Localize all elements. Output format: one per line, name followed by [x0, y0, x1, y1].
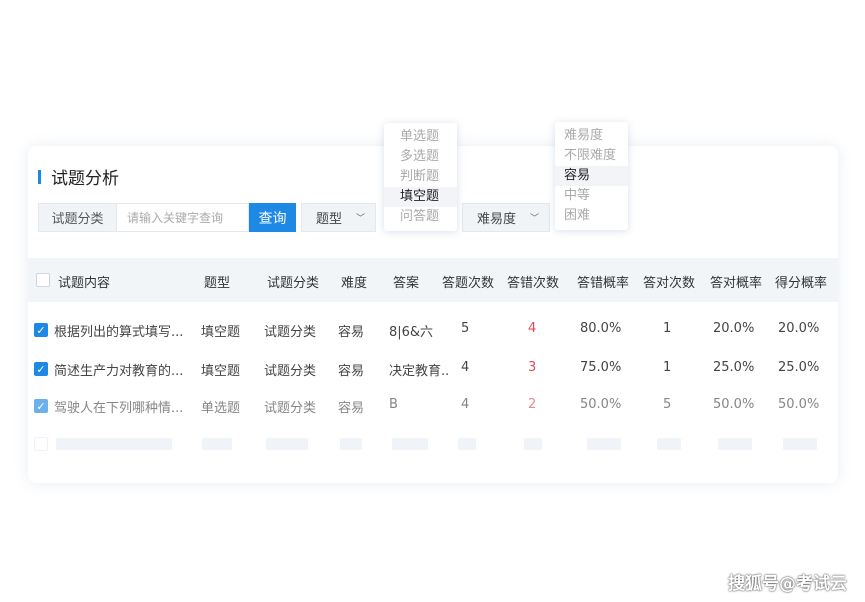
type-dropdown: 单选题 多选题 判断题 填空题 问答题	[384, 123, 457, 231]
row-category: 试题分类	[264, 364, 317, 379]
type-option[interactable]: 单选题	[384, 127, 457, 147]
difficulty-option[interactable]: 中等	[555, 186, 628, 206]
chevron-down-icon: ﹀	[356, 214, 366, 224]
skeleton-bar	[657, 438, 681, 450]
row-checkbox[interactable]: ✓	[34, 399, 48, 413]
row-type: 填空题	[201, 325, 241, 340]
type-option[interactable]: 判断题	[384, 167, 457, 187]
row-right: 1	[663, 360, 672, 375]
row-content: 根据列出的算式填写...	[54, 325, 184, 340]
chevron-down-icon: ﹀	[530, 214, 540, 224]
difficulty-select[interactable]: 难易度 ﹀	[462, 203, 551, 232]
type-select-label: 题型	[316, 212, 343, 227]
difficulty-option[interactable]: 难易度	[555, 126, 628, 146]
title-accent-bar	[38, 169, 41, 184]
section-title: 试题分析	[51, 169, 119, 189]
search-row: 试题分类 查询	[38, 203, 296, 232]
difficulty-option[interactable]: 困难	[555, 206, 628, 226]
skeleton-bar	[587, 438, 621, 450]
table-row[interactable]: ✓ 根据列出的算式填写... 填空题 试题分类 容易 8|6&六 5 4 80.…	[28, 312, 838, 348]
table-row[interactable]: ✓ 驾驶人在下列哪种情... 单选题 试题分类 容易 B 4 2 50.0% 5…	[28, 388, 838, 424]
col-category: 试题分类	[267, 276, 320, 291]
table-row[interactable]: ✓ 简述生产力对教育的... 填空题 试题分类 容易 决定教育.. 4 3 75…	[28, 351, 838, 387]
col-answer: 答案	[393, 276, 420, 291]
query-button[interactable]: 查询	[249, 203, 296, 232]
skeleton-bar	[524, 438, 542, 450]
difficulty-dropdown: 难易度 不限难度 容易 中等 困难	[555, 122, 628, 230]
row-right: 5	[663, 397, 672, 412]
difficulty-option-selected[interactable]: 容易	[555, 166, 628, 186]
skeleton-bar	[340, 438, 362, 450]
row-difficulty: 容易	[338, 401, 365, 416]
row-category: 试题分类	[264, 325, 317, 340]
skeleton-bar	[458, 438, 476, 450]
row-wrong: 2	[528, 397, 537, 412]
table-header: 试题内容 题型 试题分类 难度 答案 答题次数 答错次数 答错概率 答对次数 答…	[28, 258, 838, 302]
skeleton-bar	[783, 438, 817, 450]
row-score-rate: 50.0%	[778, 397, 820, 412]
row-answer: 8|6&六	[389, 325, 434, 340]
row-right-rate: 50.0%	[713, 397, 755, 412]
row-wrong: 4	[528, 321, 537, 336]
row-score-rate: 25.0%	[778, 360, 820, 375]
skeleton-bar	[202, 438, 232, 450]
row-difficulty: 容易	[338, 325, 365, 340]
col-right-rate: 答对概率	[710, 276, 763, 291]
row-right-rate: 20.0%	[713, 321, 755, 336]
col-attempts: 答题次数	[442, 276, 495, 291]
row-attempts: 5	[461, 321, 470, 336]
row-wrong: 3	[528, 360, 537, 375]
col-content: 试题内容	[58, 276, 111, 291]
select-all-checkbox[interactable]	[36, 273, 50, 287]
row-right: 1	[663, 321, 672, 336]
col-right: 答对次数	[643, 276, 696, 291]
skeleton-bar	[266, 438, 308, 450]
row-attempts: 4	[461, 397, 470, 412]
row-type: 单选题	[201, 401, 241, 416]
type-option-selected[interactable]: 填空题	[384, 187, 457, 207]
row-category: 试题分类	[264, 401, 317, 416]
col-wrong-rate: 答错概率	[577, 276, 630, 291]
type-option[interactable]: 问答题	[384, 207, 457, 227]
col-wrong: 答错次数	[507, 276, 560, 291]
section-header: 试题分析	[38, 164, 119, 189]
col-difficulty: 难度	[341, 276, 368, 291]
type-option[interactable]: 多选题	[384, 147, 457, 167]
row-answer: B	[389, 397, 398, 412]
keyword-search-input[interactable]	[117, 203, 249, 232]
skeleton-bar	[56, 438, 172, 450]
skeleton-bar	[718, 438, 752, 450]
row-attempts: 4	[461, 360, 470, 375]
row-content: 驾驶人在下列哪种情...	[54, 401, 184, 416]
row-difficulty: 容易	[338, 364, 365, 379]
col-type: 题型	[204, 276, 231, 291]
row-content: 简述生产力对教育的...	[54, 364, 184, 379]
difficulty-option[interactable]: 不限难度	[555, 146, 628, 166]
category-filter-button[interactable]: 试题分类	[38, 203, 117, 232]
row-wrong-rate: 50.0%	[580, 397, 622, 412]
skeleton-bar	[392, 438, 428, 450]
row-checkbox[interactable]: ✓	[34, 323, 48, 337]
difficulty-select-label: 难易度	[477, 212, 517, 227]
row-score-rate: 20.0%	[778, 321, 820, 336]
row-answer: 决定教育..	[389, 364, 450, 379]
row-wrong-rate: 80.0%	[580, 321, 622, 336]
row-type: 填空题	[201, 364, 241, 379]
watermark: 搜狐号@考试云	[728, 574, 847, 594]
row-right-rate: 25.0%	[713, 360, 755, 375]
col-score-rate: 得分概率	[775, 276, 828, 291]
placeholder-checkbox	[34, 437, 48, 451]
row-wrong-rate: 75.0%	[580, 360, 622, 375]
row-checkbox[interactable]: ✓	[34, 362, 48, 376]
type-select[interactable]: 题型 ﹀	[301, 203, 377, 232]
